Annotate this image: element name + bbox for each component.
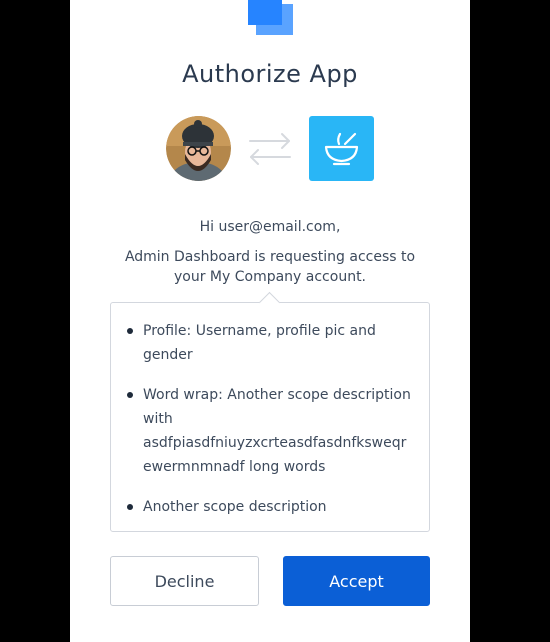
app-icon: [309, 116, 374, 181]
scope-item: Another scope description: [127, 495, 413, 519]
bullet-icon: [127, 328, 133, 334]
scope-text: Another scope description: [143, 499, 327, 515]
scopes-list: Profile: Username, profile pic and gende…: [111, 303, 429, 519]
bullet-icon: [127, 392, 133, 398]
scope-item: Profile: Username, profile pic and gende…: [127, 319, 413, 367]
scope-text: Word wrap: Another scope description wit…: [143, 387, 411, 475]
page-title: Authorize App: [182, 60, 358, 88]
scope-text: Profile: Username, profile pic and gende…: [143, 323, 376, 363]
scope-item: Word wrap: Another scope description wit…: [127, 383, 413, 479]
accept-button[interactable]: Accept: [283, 556, 430, 606]
app-logo-icon: [248, 0, 293, 35]
scopes-panel: Profile: Username, profile pic and gende…: [110, 291, 430, 532]
bullet-icon: [127, 504, 133, 510]
user-avatar-photo: [166, 116, 231, 181]
user-avatar: [166, 116, 231, 181]
access-request-text: Admin Dashboard is requesting access to …: [124, 249, 416, 285]
greeting-text: Hi user@email.com,: [199, 219, 341, 235]
swap-arrows-icon: [249, 133, 291, 165]
decline-button[interactable]: Decline: [110, 556, 259, 606]
bowl-icon: [324, 132, 359, 166]
authorize-card: Authorize App Hi user@email.com, Admin D…: [70, 0, 470, 642]
